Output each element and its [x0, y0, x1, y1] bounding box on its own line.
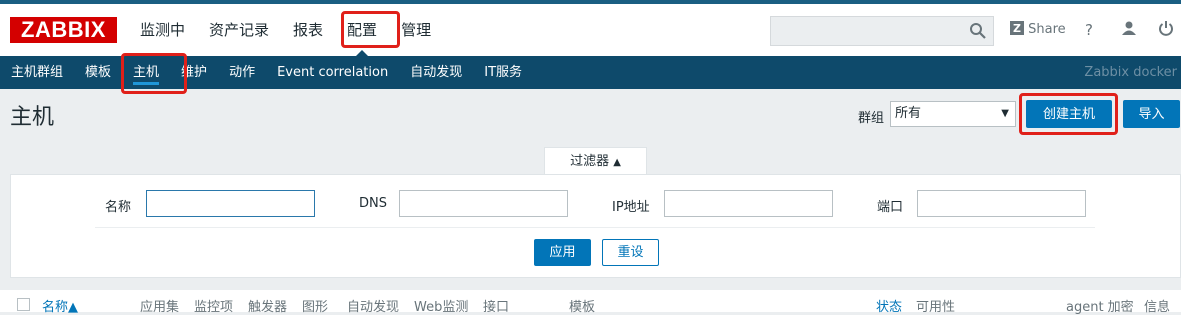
column-web: Web监测 — [414, 300, 469, 315]
page-title: 主机 — [10, 105, 55, 130]
column-discovery: 自动发现 — [347, 300, 400, 315]
user-profile-button[interactable] — [1121, 18, 1137, 42]
column-availability: 可用性 — [916, 300, 956, 315]
search-icon[interactable] — [969, 22, 987, 40]
main-menu-inventory[interactable]: 资产记录 — [197, 4, 281, 56]
group-select[interactable]: 所有 ▼ — [890, 101, 1016, 127]
sub-menu-host-groups[interactable]: 主机群组 — [0, 56, 74, 89]
column-applications: 应用集 — [140, 300, 180, 315]
filter-tab[interactable]: 过滤器 ▲ — [544, 147, 647, 175]
sub-menu-actions[interactable]: 动作 — [218, 56, 266, 89]
column-name[interactable]: 名称▲ — [42, 296, 78, 315]
column-interface: 接口 — [483, 300, 510, 315]
top-bar: ZABBIX 监测中 资产记录 报表 配置 管理 Z Share ? — [0, 4, 1181, 56]
triangle-down-icon: ▼ — [1001, 108, 1009, 119]
filter-tab-label: 过滤器 — [570, 154, 610, 169]
filter-panel: 名称 DNS IP地址 端口 应用 重设 — [10, 174, 1181, 278]
main-menu-administration[interactable]: 管理 — [389, 4, 443, 56]
create-host-button[interactable]: 创建主机 — [1026, 100, 1112, 128]
sub-menu-hosts[interactable]: 主机 — [122, 56, 170, 89]
filter-ip-input[interactable] — [664, 190, 833, 217]
import-button[interactable]: 导入 — [1123, 100, 1180, 128]
share-button[interactable]: Z Share — [1010, 18, 1066, 42]
filter-ip-label: IP地址 — [612, 200, 650, 215]
column-items: 监控项 — [194, 300, 234, 315]
filter-divider — [95, 227, 1095, 228]
zabbix-share-icon: Z — [1010, 21, 1024, 35]
group-select-value: 所有 — [895, 106, 922, 121]
column-templates: 模板 — [569, 300, 596, 315]
server-brand-label: Zabbix docker — [1084, 65, 1177, 80]
column-graphs: 图形 — [302, 300, 329, 315]
sub-menu-it-services[interactable]: IT服务 — [473, 56, 533, 89]
power-icon — [1159, 21, 1173, 36]
filter-dns-input[interactable] — [399, 190, 568, 217]
sub-menu-event-correlation[interactable]: Event correlation — [266, 56, 399, 89]
filter-reset-button[interactable]: 重设 — [602, 239, 659, 266]
triangle-up-icon: ▲ — [613, 157, 621, 168]
sub-menu-bar: 主机群组 模板 主机 维护 动作 Event correlation 自动发现 … — [0, 56, 1181, 89]
select-all-checkbox[interactable] — [17, 298, 30, 311]
filter-port-label: 端口 — [877, 200, 904, 215]
sub-menu-maintenance[interactable]: 维护 — [170, 56, 218, 89]
zabbix-logo[interactable]: ZABBIX — [10, 17, 117, 43]
filter-name-label: 名称 — [105, 200, 132, 215]
filter-dns-label: DNS — [359, 196, 387, 211]
filter-name-input[interactable] — [146, 190, 315, 217]
sub-menu-templates[interactable]: 模板 — [74, 56, 122, 89]
column-status[interactable]: 状态 — [876, 296, 902, 315]
column-info: 信息 — [1144, 300, 1171, 315]
page-header: 主机 群组 所有 ▼ 创建主机 导入 — [0, 89, 1181, 137]
sub-menu: 主机群组 模板 主机 维护 动作 Event correlation 自动发现 … — [0, 56, 533, 89]
main-menu: 监测中 资产记录 报表 配置 管理 — [128, 4, 443, 56]
sub-menu-discovery[interactable]: 自动发现 — [399, 56, 473, 89]
column-agent-encryption: agent 加密 — [1066, 300, 1134, 315]
hosts-table-header: 名称▲ 应用集 监控项 触发器 图形 自动发现 Web监测 接口 模板 状态 可… — [0, 290, 1181, 315]
main-menu-monitoring[interactable]: 监测中 — [128, 4, 197, 56]
svg-text:Z: Z — [1013, 22, 1021, 35]
user-icon — [1122, 21, 1136, 35]
group-label: 群组 — [858, 111, 885, 126]
share-label: Share — [1028, 22, 1066, 37]
main-menu-reports[interactable]: 报表 — [281, 4, 335, 56]
main-menu-configuration[interactable]: 配置 — [335, 4, 389, 56]
search-input[interactable] — [770, 16, 994, 46]
help-button[interactable]: ? — [1085, 18, 1093, 42]
filter-port-input[interactable] — [917, 190, 1086, 217]
filter-apply-button[interactable]: 应用 — [534, 239, 591, 266]
sign-out-button[interactable] — [1158, 18, 1174, 42]
column-triggers: 触发器 — [248, 300, 288, 315]
